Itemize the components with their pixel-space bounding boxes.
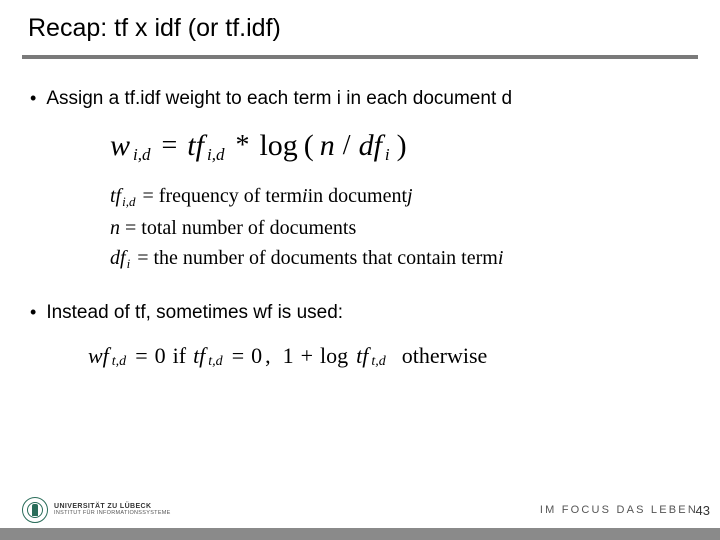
wf-tf2-sub: t,d [371,354,385,370]
bullet-icon: • [30,301,36,323]
def-tf-eq: = [138,181,159,211]
sub-w: i,d [133,145,150,165]
def-tf-sym: tf [110,181,121,211]
university-seal-icon [22,497,48,523]
def-n-eq: = [120,213,141,243]
slogan: IM FOCUS DAS LEBEN [540,504,698,516]
wf-log: log [320,343,348,369]
op-slash: / [341,130,353,162]
formula-tfidf: w i,d = tf i,d * log ( n / df i ) [110,129,698,163]
definitions: tf i,d = frequency of term i in document… [110,181,698,275]
wf-tf-sub: t,d [208,354,222,370]
def-df: df i = the number of documents that cont… [110,243,698,275]
sub-df: i [385,145,390,165]
def-n: n = total number of documents [110,213,698,243]
footer-content: UNIVERSITÄT ZU LÜBECK INSTITUT FÜR INFOR… [0,494,720,528]
sub-tf: i,d [207,145,224,165]
wf-if: if [169,343,190,369]
def-tf-sub: i,d [122,187,135,217]
sub-wf: t,d [112,354,126,370]
slide-title: Recap: tf x idf (or tf.idf) [28,14,720,43]
wf-comma: , [265,343,271,369]
def-tf: tf i,d = frequency of term i in document… [110,181,698,213]
def-df-sub: i [127,249,131,279]
wf-one: 1 [283,343,294,369]
paren-l: ( [304,129,314,163]
def-df-text: the number of documents that contain ter… [153,243,497,273]
wf-eq1: = [131,343,151,369]
def-df-sym: df [110,243,126,273]
def-n-sym: n [110,213,120,243]
var-w: w [110,129,130,163]
university-text: UNIVERSITÄT ZU LÜBECK INSTITUT FÜR INFOR… [54,503,171,517]
slide: Recap: tf x idf (or tf.idf) • Assign a t… [0,0,720,540]
bullet-1: • Assign a tf.idf weight to each term i … [30,87,698,111]
wf-eq2: = [228,343,248,369]
def-tf-mid: in document [308,181,407,211]
var-n: n [320,129,335,163]
wf-plus: + [297,343,317,369]
university-institute: INSTITUT FÜR INFORMATIONSSYSTEME [54,511,171,517]
var-tf: tf [187,129,204,163]
wf-zero1: 0 [155,343,166,369]
bullet-2-text: Instead of tf, sometimes wf is used: [46,301,343,325]
wf-zero2: 0 [251,343,262,369]
slide-body: • Assign a tf.idf weight to each term i … [0,59,720,540]
bullet-2: • Instead of tf, sometimes wf is used: [30,301,698,325]
wf-otherwise: otherwise [402,343,488,369]
footer: UNIVERSITÄT ZU LÜBECK INSTITUT FÜR INFOR… [0,494,720,540]
def-df-i: i [498,243,504,273]
def-tf-text1: frequency of term [159,181,302,211]
wf-tf2: tf [356,343,368,369]
var-wf: wf [88,343,109,369]
def-df-eq: = [132,243,153,273]
bullet-1-text: Assign a tf.idf weight to each term i in… [46,87,512,111]
university-block: UNIVERSITÄT ZU LÜBECK INSTITUT FÜR INFOR… [22,497,171,523]
formula-wf: wf t,d = 0 if tf t,d = 0 , 1 + log tf t,… [88,343,698,369]
paren-r: ) [397,129,407,163]
op-eq: = [158,130,182,162]
def-tf-j: j [407,181,413,211]
title-area: Recap: tf x idf (or tf.idf) [0,0,720,43]
wf-tf: tf [193,343,205,369]
footer-bar [0,528,720,540]
bullet-icon: • [30,87,36,109]
var-df: df [359,129,382,163]
op-mul: * [231,130,253,162]
fn-log: log [259,129,297,163]
def-n-text: total number of documents [141,213,356,243]
